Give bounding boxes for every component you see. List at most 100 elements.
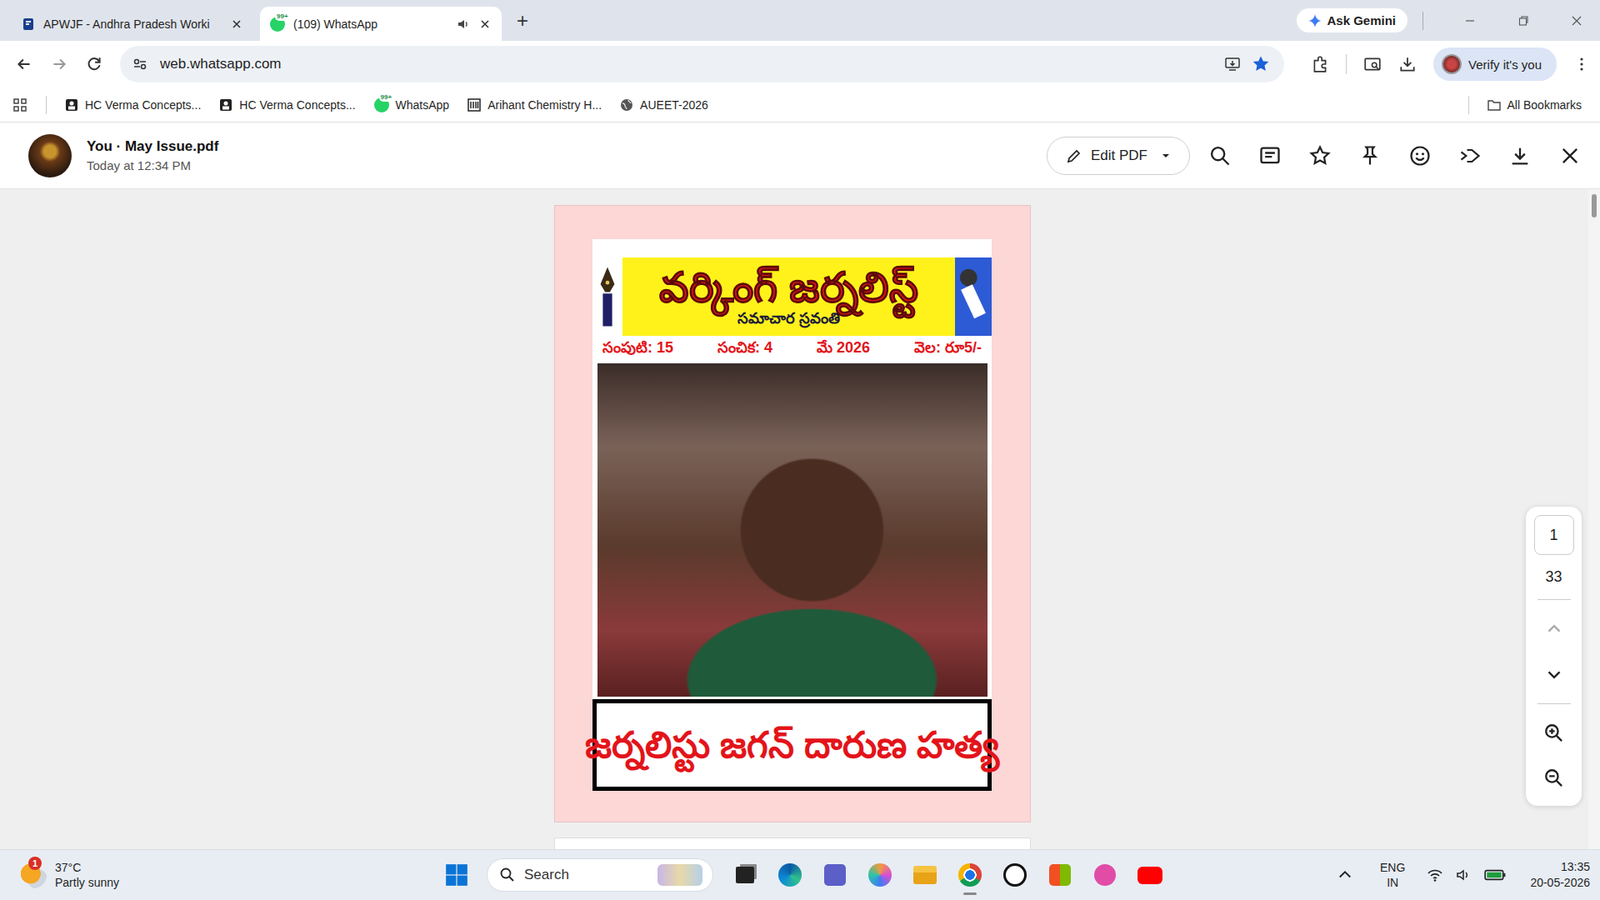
- store-icon[interactable]: [1046, 861, 1074, 889]
- youtube-icon[interactable]: [1136, 861, 1164, 889]
- message-icon[interactable]: [1258, 144, 1282, 168]
- whatsapp-icon: 99+: [270, 16, 285, 32]
- scrollbar-thumb[interactable]: [1591, 194, 1597, 218]
- edit-pdf-button[interactable]: Edit PDF: [1046, 136, 1190, 175]
- pen-logo: [592, 257, 623, 336]
- user-avatar[interactable]: [28, 134, 72, 178]
- close-tab-icon[interactable]: [478, 17, 492, 31]
- start-icon[interactable]: [445, 863, 469, 887]
- weather-widget[interactable]: 137°CPartly sunny: [20, 860, 445, 890]
- language-indicator[interactable]: ENGIN: [1380, 860, 1405, 890]
- bookmark-item[interactable]: HC Verma Concepts...: [65, 98, 201, 112]
- whatsapp-icon: 99+: [374, 97, 390, 113]
- minimize-icon[interactable]: [1463, 14, 1477, 28]
- book-icon: [219, 98, 233, 112]
- total-pages: 33: [1545, 568, 1562, 586]
- back-icon[interactable]: [15, 55, 34, 74]
- chrome-icon[interactable]: [956, 861, 984, 889]
- downloads-icon[interactable]: [1398, 55, 1417, 74]
- browser-tab[interactable]: 99+(109) WhatsApp: [260, 6, 502, 41]
- pin-icon[interactable]: [1358, 144, 1382, 168]
- issue-line: సంపుటి: 15సంచిక: 4మే 2026వెల: రూ5/-: [592, 335, 992, 364]
- tab-strip: APWJF - Andhra Pradesh Worki99+(109) Wha…: [0, 0, 1600, 41]
- bookmark-star-icon[interactable]: [1252, 55, 1270, 73]
- media-viewer-header: You · May Issue.pdf Today at 12:34 PM Edit…: [0, 122, 1600, 190]
- volume-icon[interactable]: [1455, 866, 1472, 884]
- pdf-page: [554, 837, 1031, 850]
- masthead: వర్కింగ్ జర్నలిస్ట్సమాచార స్రవంతి: [592, 257, 992, 336]
- masthead-tagline: సమాచార స్రవంతి: [737, 310, 840, 328]
- wifi-icon[interactable]: [1426, 866, 1444, 884]
- browser-tab[interactable]: APWJF - Andhra Pradesh Worki: [11, 6, 254, 41]
- speaker-icon[interactable]: [456, 17, 470, 31]
- bookmark-item[interactable]: Arihant Chemistry H...: [467, 98, 602, 112]
- taskbar: 137°CPartly sunnySearchENGIN13:3520-05-2…: [0, 849, 1600, 900]
- temperature: 37°C: [55, 860, 120, 875]
- site-logo-icon: [21, 17, 35, 31]
- task-view-icon[interactable]: [731, 861, 759, 889]
- next-page-icon[interactable]: [1543, 663, 1565, 685]
- url-text[interactable]: web.whatsapp.com: [160, 55, 282, 73]
- close-tab-icon[interactable]: [230, 17, 244, 31]
- show-hidden-icons-icon[interactable]: [1336, 866, 1354, 884]
- gemini-sparkle-icon: [1308, 14, 1322, 28]
- zoom-in-icon[interactable]: [1543, 722, 1565, 745]
- headline-box: జర్నలిస్టు జగన్ దారుణ హత్య: [592, 699, 992, 791]
- download-icon[interactable]: [1508, 144, 1532, 168]
- bookmark-item[interactable]: AUEET-2026: [620, 98, 709, 112]
- teams-icon[interactable]: [821, 861, 849, 889]
- notification-badge: 99+: [275, 12, 290, 21]
- previous-page-icon[interactable]: [1543, 618, 1565, 640]
- profile-button[interactable]: Verify it's you: [1433, 47, 1557, 81]
- emoji-icon[interactable]: [1408, 144, 1432, 168]
- address-bar[interactable]: web.whatsapp.com: [120, 45, 1285, 83]
- file-explorer-icon[interactable]: [911, 861, 939, 889]
- close-icon[interactable]: [1558, 144, 1582, 168]
- zoom-out-icon[interactable]: [1543, 767, 1565, 790]
- library-icon: [467, 98, 481, 112]
- new-tab-button[interactable]: +: [508, 9, 540, 33]
- toolbar: web.whatsapp.com Verify it's you: [0, 40, 1600, 88]
- screen: APWJF - Andhra Pradesh Worki99+(109) Wha…: [0, 0, 1600, 900]
- time: 13:35: [1560, 859, 1590, 875]
- search-highlight-icon: [657, 864, 703, 886]
- edge-icon[interactable]: [776, 861, 804, 889]
- headline: జర్నలిస్టు జగన్ దారుణ హత్య: [585, 723, 1000, 768]
- bookmark-item[interactable]: 99+WhatsApp: [374, 97, 450, 113]
- file-info: You · May Issue.pdf Today at 12:34 PM: [86, 138, 219, 173]
- microphone-icon: [957, 257, 990, 336]
- system-tray: ENGIN 13:3520-05-2026: [1336, 859, 1590, 891]
- forward-icon[interactable]: [1458, 144, 1482, 168]
- site-settings-icon[interactable]: [131, 55, 149, 73]
- snipping-tool-icon[interactable]: [1091, 861, 1119, 889]
- pdf-page: వర్కింగ్ జర్నలిస్ట్సమాచార స్రవంతిసంపుటి:…: [554, 205, 1031, 823]
- profile-avatar-icon: [1441, 54, 1462, 75]
- current-page-field[interactable]: 1: [1534, 515, 1575, 555]
- weather-badge: 1: [28, 856, 42, 870]
- extensions-icon[interactable]: [1310, 55, 1330, 74]
- install-app-icon[interactable]: [1224, 55, 1241, 73]
- weather-icon: 1: [20, 861, 47, 889]
- file-title: You · May Issue.pdf: [86, 138, 219, 155]
- all-bookmarks-button[interactable]: All Bookmarks: [1487, 98, 1582, 112]
- battery-icon[interactable]: [1483, 866, 1507, 884]
- reading-mode-icon[interactable]: [1363, 55, 1382, 74]
- bookmarks-bar: HC Verma Concepts... HC Verma Concepts...…: [0, 87, 1600, 123]
- tab-title: (109) WhatsApp: [293, 17, 449, 31]
- star-icon[interactable]: [1308, 144, 1332, 168]
- close-window-icon[interactable]: [1570, 14, 1584, 28]
- dell-icon[interactable]: [1001, 861, 1029, 889]
- reload-icon[interactable]: [85, 55, 104, 74]
- copilot-icon[interactable]: [866, 861, 894, 889]
- forward-icon[interactable]: [50, 55, 69, 74]
- clock[interactable]: 13:3520-05-2026: [1530, 859, 1590, 891]
- scrollbar[interactable]: [1588, 189, 1600, 850]
- ask-gemini-button[interactable]: Ask Gemini: [1296, 8, 1408, 33]
- search-icon[interactable]: [1208, 144, 1232, 168]
- taskbar-search[interactable]: Search: [486, 858, 714, 892]
- restore-icon[interactable]: [1516, 14, 1530, 28]
- apps-grid-icon[interactable]: [12, 97, 28, 113]
- bookmark-item[interactable]: HC Verma Concepts...: [219, 98, 355, 112]
- sent-time: Today at 12:34 PM: [86, 158, 219, 173]
- menu-icon[interactable]: [1573, 55, 1590, 73]
